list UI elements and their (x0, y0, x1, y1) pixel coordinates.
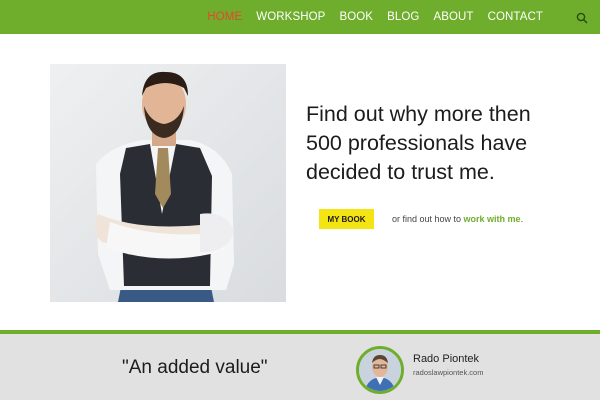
nav-item-book[interactable]: BOOK (332, 11, 380, 23)
headline-line-1: Find out why more then (306, 102, 531, 126)
testimonial-quote: "An added value" (122, 357, 268, 378)
author-avatar (356, 346, 404, 394)
nav-item-blog[interactable]: BLOG (380, 11, 426, 23)
author-name: Rado Piontek (413, 353, 480, 365)
nav-item-about[interactable]: ABOUT (426, 11, 480, 23)
nav-item-home[interactable]: HOME (200, 11, 249, 23)
headline-line-3: decided to trust me. (306, 160, 495, 184)
search-icon[interactable] (576, 11, 588, 24)
my-book-button[interactable]: MY BOOK (319, 209, 374, 229)
hero-portrait-photo (50, 64, 286, 302)
cta-text: or find out how to work with me. (392, 214, 523, 224)
main-nav: HOME WORKSHOP BOOK BLOG ABOUT CONTACT (200, 0, 550, 34)
nav-item-workshop[interactable]: WORKSHOP (249, 11, 332, 23)
work-with-me-link[interactable]: work with me (464, 214, 521, 224)
author-website: radoslawpiontek.com (413, 368, 484, 377)
cta-prefix: or find out how to (392, 214, 464, 224)
cta-suffix: . (520, 214, 524, 224)
testimonial-band (0, 334, 600, 400)
headline-line-2: 500 professionals have (306, 131, 528, 155)
hero-headline: Find out why more then 500 professionals… (306, 100, 576, 187)
top-navigation-bar: HOME WORKSHOP BOOK BLOG ABOUT CONTACT (0, 0, 600, 34)
nav-item-contact[interactable]: CONTACT (481, 11, 550, 23)
